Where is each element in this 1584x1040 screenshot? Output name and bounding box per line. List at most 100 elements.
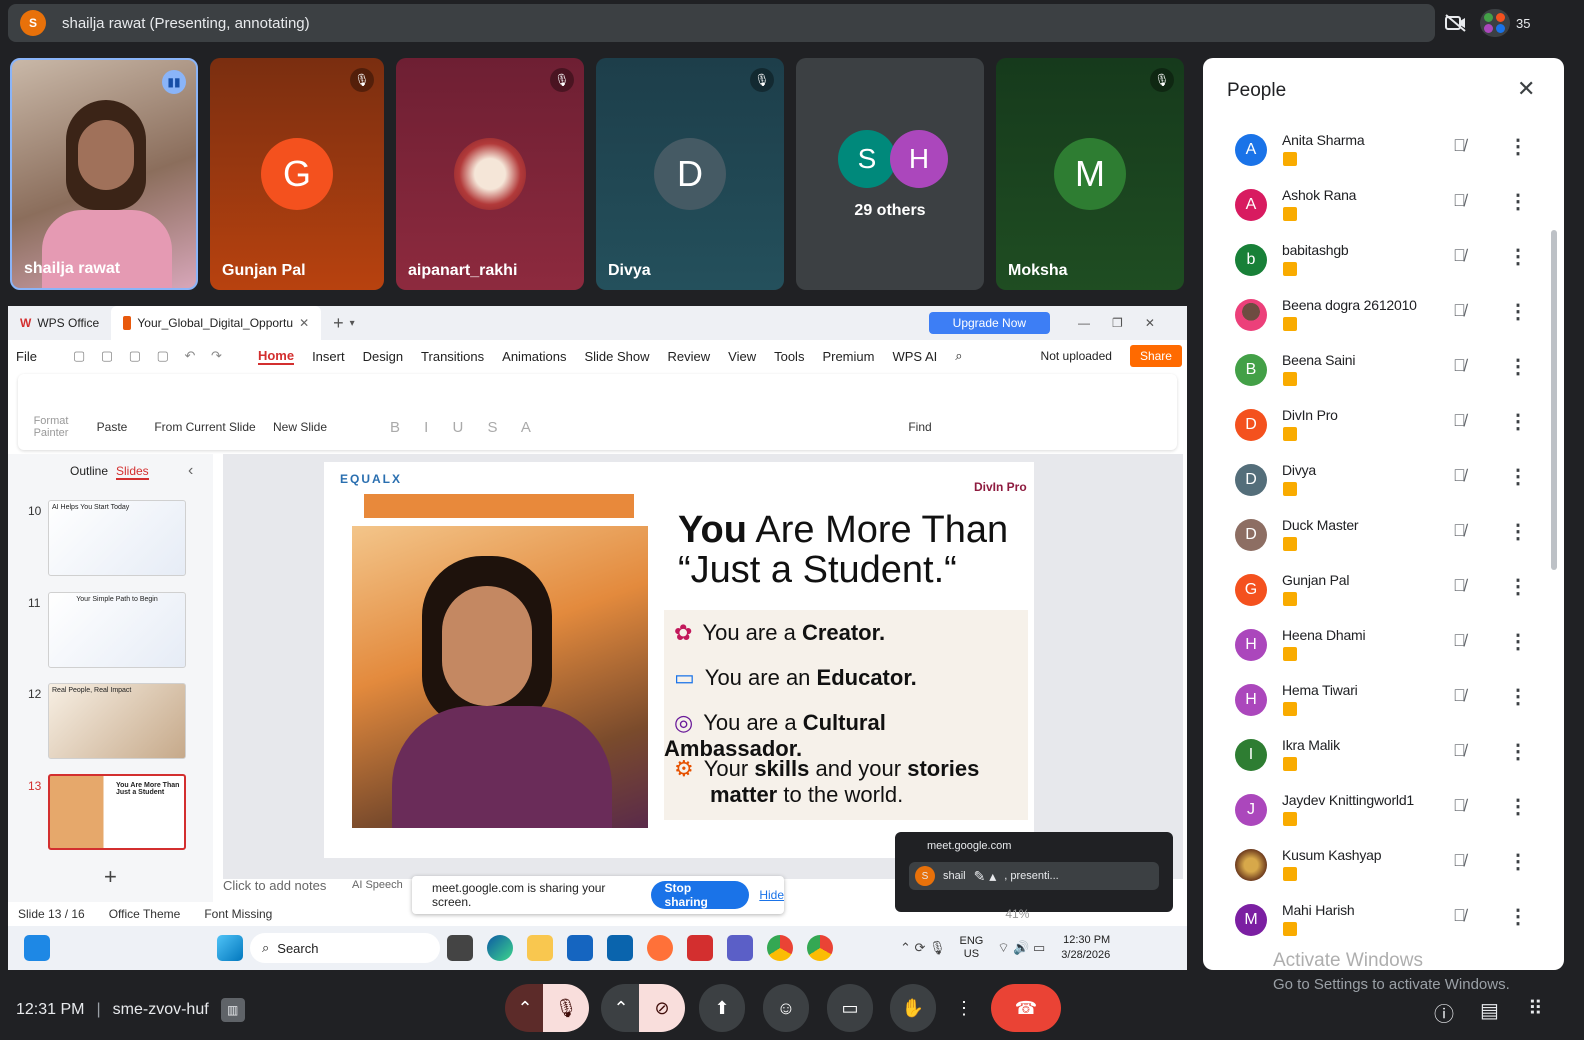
mic-off-icon[interactable]: 🎙̸ bbox=[1453, 576, 1466, 596]
ai-speech-button[interactable]: AI Speech bbox=[352, 879, 403, 891]
menu-wps-ai[interactable]: WPS AI bbox=[892, 349, 937, 364]
menu-animations[interactable]: Animations bbox=[502, 349, 566, 364]
video-tile-aipanart[interactable]: 🎙 aipanart_rakhi bbox=[396, 58, 584, 290]
more-options-icon[interactable]: ⋮ bbox=[1508, 739, 1528, 764]
mic-off-icon[interactable]: 🎙̸ bbox=[1453, 686, 1466, 706]
outlook-icon[interactable] bbox=[607, 935, 633, 961]
chat-icon[interactable]: ▤ bbox=[1480, 998, 1499, 1023]
chrome-icon-2[interactable] bbox=[807, 935, 833, 961]
task-view-icon[interactable] bbox=[447, 935, 473, 961]
video-tile-divya[interactable]: D 🎙 Divya bbox=[596, 58, 784, 290]
participant-row[interactable]: b babitashgb 🎙̸ ⋮ bbox=[1203, 230, 1543, 285]
mic-off-icon[interactable]: 🎙̸ bbox=[1453, 136, 1466, 156]
annotate-icon[interactable]: ✎ ▴ bbox=[974, 868, 997, 885]
participant-row[interactable]: A Anita Sharma 🎙̸ ⋮ bbox=[1203, 120, 1543, 175]
menu-home[interactable]: Home bbox=[257, 348, 295, 365]
menu-review[interactable]: Review bbox=[668, 349, 711, 364]
wps-taskbar-icon[interactable] bbox=[687, 935, 713, 961]
add-tab-icon[interactable]: + bbox=[333, 313, 344, 334]
video-tile-moksha[interactable]: M 🎙 Moksha bbox=[996, 58, 1184, 290]
upgrade-button[interactable]: Upgrade Now bbox=[928, 312, 1051, 334]
minimize-icon[interactable]: — bbox=[1078, 316, 1090, 330]
find-button[interactable]: Find bbox=[890, 390, 950, 434]
participant-row[interactable]: Beena dogra 2612010 🎙̸ ⋮ bbox=[1203, 285, 1543, 340]
font-missing-warning[interactable]: Font Missing bbox=[204, 907, 272, 921]
raise-hand-button[interactable]: ✋ bbox=[890, 984, 936, 1032]
more-options-icon[interactable]: ⋮ bbox=[1508, 794, 1528, 819]
mic-off-icon[interactable]: 🎙̸ bbox=[1453, 191, 1466, 211]
participant-row[interactable]: I Ikra Malik 🎙̸ ⋮ bbox=[1203, 725, 1543, 780]
paste-button[interactable]: Paste bbox=[84, 390, 140, 434]
mic-off-icon[interactable]: 🎙̸ bbox=[1453, 301, 1466, 321]
add-slide-icon[interactable]: + bbox=[104, 864, 117, 890]
format-painter-button[interactable]: Format Painter bbox=[18, 385, 84, 439]
mic-off-icon[interactable]: 🎙̸ bbox=[1453, 851, 1466, 871]
scrollbar[interactable] bbox=[1551, 230, 1557, 570]
teams-icon[interactable] bbox=[727, 935, 753, 961]
video-options-button[interactable]: ⌃ bbox=[601, 984, 641, 1032]
not-uploaded-status[interactable]: Not uploaded bbox=[1041, 349, 1112, 363]
theme-name[interactable]: Office Theme bbox=[109, 907, 181, 921]
system-tray-icons[interactable]: ⌔ 🔊 ▭ bbox=[997, 940, 1045, 956]
menu-transitions[interactable]: Transitions bbox=[421, 349, 484, 364]
mic-off-icon[interactable]: 🎙̸ bbox=[1453, 796, 1466, 816]
leave-call-button[interactable]: ☎ bbox=[991, 984, 1061, 1032]
more-options-icon[interactable]: ⋮ bbox=[1508, 134, 1528, 159]
tab-document[interactable]: Your_Global_Digital_Opportu ✕ bbox=[111, 306, 322, 340]
hide-link[interactable]: Hide bbox=[759, 888, 784, 902]
mic-off-icon[interactable]: 🎙̸ bbox=[1453, 631, 1466, 651]
video-tile-gunjan[interactable]: G 🎙 Gunjan Pal bbox=[210, 58, 384, 290]
more-options-icon[interactable]: ⋮ bbox=[1508, 629, 1528, 654]
video-tile-others[interactable]: S H 29 others bbox=[796, 58, 984, 290]
slide-thumbnail-10[interactable]: AI Helps You Start Today bbox=[48, 500, 186, 576]
chevron-down-icon[interactable]: ▾ bbox=[350, 318, 355, 329]
tab-outline[interactable]: Outline bbox=[70, 464, 108, 478]
menu-tools[interactable]: Tools bbox=[774, 349, 804, 364]
more-options-icon[interactable]: ⋮ bbox=[1508, 684, 1528, 709]
participant-row[interactable]: D Duck Master 🎙̸ ⋮ bbox=[1203, 505, 1543, 560]
firefox-icon[interactable] bbox=[647, 935, 673, 961]
participant-row[interactable]: G Gunjan Pal 🎙̸ ⋮ bbox=[1203, 560, 1543, 615]
file-explorer-icon[interactable] bbox=[527, 935, 553, 961]
zoom-level[interactable]: 41% bbox=[1005, 907, 1029, 921]
menu-design[interactable]: Design bbox=[363, 349, 403, 364]
participant-row[interactable]: M Mahi Harish 🎙̸ ⋮ bbox=[1203, 890, 1543, 945]
participant-row[interactable]: J Jaydev Knittingworld1 🎙̸ ⋮ bbox=[1203, 780, 1543, 835]
maximize-icon[interactable]: ❐ bbox=[1112, 316, 1123, 330]
tab-slides[interactable]: Slides bbox=[116, 464, 149, 480]
reactions-button[interactable]: ☺ bbox=[763, 984, 809, 1032]
more-options-icon[interactable]: ⋮ bbox=[1508, 574, 1528, 599]
more-options-icon[interactable]: ⋮ bbox=[1508, 244, 1528, 269]
close-icon[interactable]: ✕ bbox=[299, 316, 309, 330]
more-options-icon[interactable]: ⋮ bbox=[1508, 849, 1528, 874]
more-options-icon[interactable]: ⋮ bbox=[1508, 464, 1528, 489]
host-controls-icon[interactable]: ▥ bbox=[220, 998, 245, 1022]
more-options-icon[interactable]: ⋮ bbox=[1508, 519, 1528, 544]
menu-insert[interactable]: Insert bbox=[312, 349, 345, 364]
share-button[interactable]: Share bbox=[1129, 345, 1182, 367]
menu-view[interactable]: View bbox=[728, 349, 756, 364]
present-screen-button[interactable]: ⬆ bbox=[699, 984, 745, 1032]
search-icon[interactable]: ⌕ bbox=[955, 348, 962, 364]
mic-off-icon[interactable]: 🎙̸ bbox=[1453, 466, 1466, 486]
close-window-icon[interactable]: ✕ bbox=[1145, 316, 1155, 330]
more-options-icon[interactable]: ⋮ bbox=[1508, 299, 1528, 324]
language-indicator[interactable]: ENG US bbox=[960, 935, 984, 961]
tray-icons[interactable]: ⌃ ⟳ 🎙 bbox=[900, 940, 946, 956]
mic-off-icon[interactable]: 🎙̸ bbox=[1453, 246, 1466, 266]
more-options-icon[interactable]: ⋮ bbox=[1508, 409, 1528, 434]
edge-icon[interactable] bbox=[487, 935, 513, 961]
slide-thumbnail-13[interactable]: You Are More Than Just a Student bbox=[48, 774, 186, 850]
video-tile-shailja[interactable]: ▮▮ shailja rawat bbox=[10, 58, 198, 290]
captions-button[interactable]: ▭ bbox=[827, 984, 873, 1032]
mic-off-icon[interactable]: 🎙̸ bbox=[1453, 411, 1466, 431]
close-panel-icon[interactable]: ✕ bbox=[1517, 76, 1535, 102]
camera-off-icon[interactable] bbox=[1444, 11, 1468, 35]
new-slide-button[interactable]: New Slide bbox=[270, 390, 330, 434]
participant-count-button[interactable]: 35 bbox=[1480, 9, 1530, 37]
camera-toggle-button[interactable]: ⊘ bbox=[639, 984, 685, 1032]
taskbar-clock[interactable]: 12:30 PM 3/28/2026 bbox=[1061, 933, 1110, 963]
mic-off-icon[interactable]: 🎙̸ bbox=[1453, 741, 1466, 761]
slide-thumbnail-12[interactable]: Real People, Real Impact bbox=[48, 683, 186, 759]
menu-file[interactable]: File bbox=[16, 349, 37, 364]
